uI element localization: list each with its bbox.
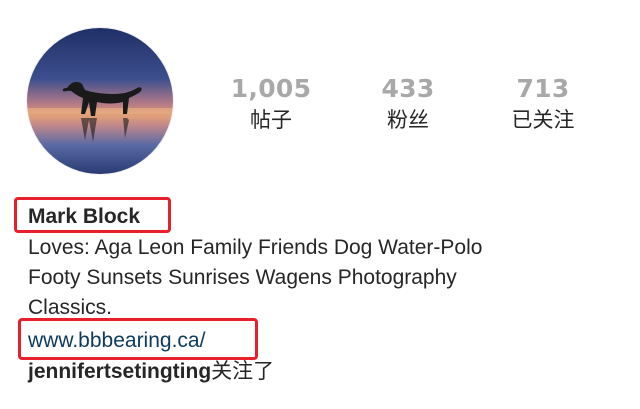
website-link[interactable]: www.bbbearing.ca/: [28, 329, 205, 352]
stat-following[interactable]: 713 已关注: [483, 74, 603, 134]
stat-posts[interactable]: 1,005 帖子: [211, 74, 331, 134]
bio-line: Loves: Aga Leon Family Friends Dog Water…: [28, 236, 483, 259]
followers-label: 粉丝: [387, 108, 429, 132]
website-row: www.bbbearing.ca/: [28, 325, 628, 356]
bio-text: Loves: Aga Leon Family Friends Dog Water…: [28, 233, 628, 323]
profile-bio: Mark Block Loves: Aga Leon Family Friend…: [28, 202, 628, 387]
followed-by-username[interactable]: jennifertsetingting: [28, 360, 211, 383]
bio-line: Footy Sunsets Sunrises Wagens Photograph…: [28, 266, 457, 289]
posts-label: 帖子: [250, 108, 292, 132]
followers-count: 433: [381, 74, 435, 103]
following-label: 已关注: [511, 108, 575, 132]
followed-by-suffix: 关注了: [211, 359, 275, 383]
stat-followers[interactable]: 433 粉丝: [348, 74, 468, 134]
posts-count: 1,005: [230, 74, 312, 103]
bio-line: Classics.: [28, 296, 113, 319]
profile-name: Mark Block: [28, 205, 141, 228]
followed-by[interactable]: jennifertsetingting关注了: [28, 356, 628, 387]
profile-stats: 1,005 帖子 433 粉丝 713 已关注: [0, 74, 640, 144]
following-count: 713: [516, 74, 570, 103]
